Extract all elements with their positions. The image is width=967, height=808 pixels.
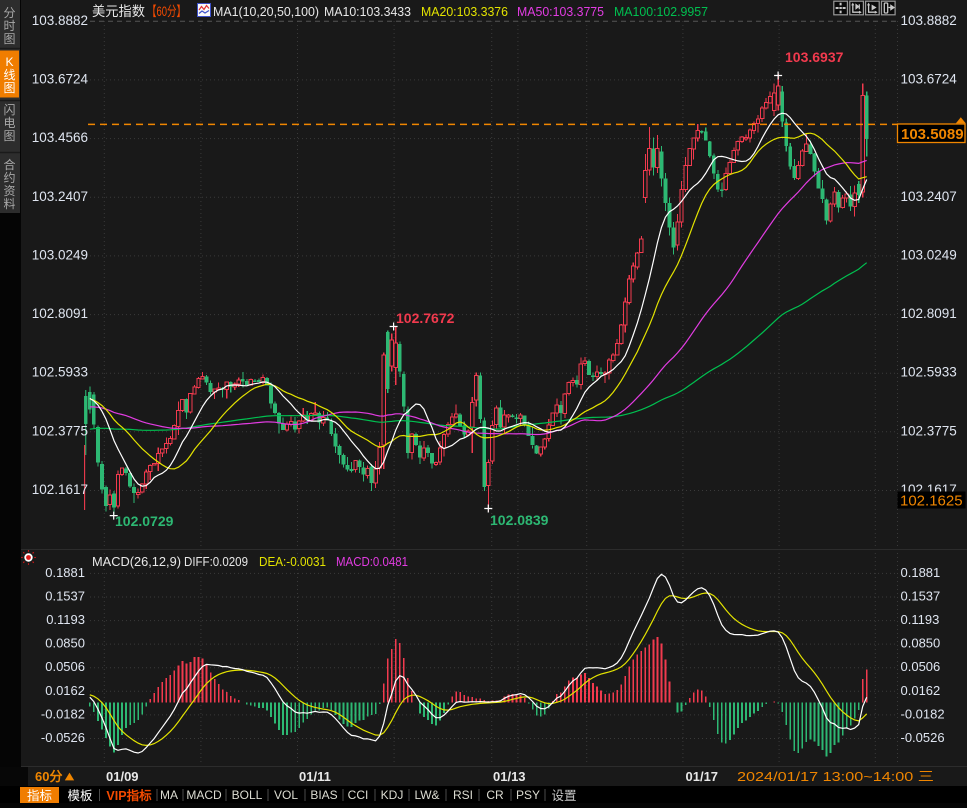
svg-text:01/09: 01/09 [106, 769, 139, 784]
svg-text:CCI: CCI [348, 788, 369, 802]
svg-text:BOLL: BOLL [232, 788, 263, 802]
svg-text:DEA:-0.0031: DEA:-0.0031 [259, 554, 326, 569]
svg-text:103.0249: 103.0249 [32, 247, 88, 262]
svg-text:电: 电 [3, 116, 15, 130]
svg-text:VOL: VOL [274, 788, 298, 802]
svg-text:MA20:103.3376: MA20:103.3376 [421, 4, 508, 19]
svg-text:103.0249: 103.0249 [901, 247, 957, 262]
svg-text:60分: 60分 [35, 769, 62, 784]
svg-text:103.2407: 103.2407 [32, 189, 88, 204]
svg-text:102.5933: 102.5933 [32, 365, 88, 380]
svg-text:103.2407: 103.2407 [901, 189, 957, 204]
svg-text:102.1617: 102.1617 [32, 482, 88, 497]
svg-text:闪: 闪 [3, 103, 15, 117]
svg-text:102.7672: 102.7672 [396, 310, 455, 326]
svg-text:0.1537: 0.1537 [901, 589, 941, 604]
svg-text:KDJ: KDJ [381, 788, 404, 802]
svg-text:0.0506: 0.0506 [45, 659, 85, 674]
svg-text:103.5089: 103.5089 [901, 126, 964, 143]
svg-text:0.0162: 0.0162 [901, 683, 941, 698]
svg-text:01/17: 01/17 [686, 769, 719, 784]
svg-text:0.0162: 0.0162 [45, 683, 85, 698]
svg-text:102.3775: 102.3775 [32, 423, 88, 438]
svg-text:-0.0526: -0.0526 [41, 730, 85, 745]
svg-text:MA50:103.3775: MA50:103.3775 [517, 4, 604, 19]
svg-text:102.8091: 102.8091 [32, 306, 88, 321]
svg-text:DIFF:0.0209: DIFF:0.0209 [184, 554, 248, 569]
svg-text:-0.0182: -0.0182 [901, 706, 945, 721]
svg-text:0.1881: 0.1881 [901, 565, 941, 580]
svg-text:103.8882: 103.8882 [32, 13, 88, 28]
svg-text:103.6724: 103.6724 [32, 71, 89, 86]
svg-text:102.8091: 102.8091 [901, 306, 957, 321]
svg-text:0.0506: 0.0506 [901, 659, 941, 674]
svg-text:线: 线 [3, 68, 15, 82]
svg-text:MACD(26,12,9): MACD(26,12,9) [92, 554, 181, 569]
svg-text:RSI: RSI [453, 788, 473, 802]
svg-text:MACD:0.0481: MACD:0.0481 [336, 554, 408, 569]
svg-text:103.4566: 103.4566 [32, 130, 88, 145]
svg-text:103.6937: 103.6937 [785, 49, 844, 65]
svg-text:102.0839: 102.0839 [490, 512, 549, 528]
svg-text:图: 图 [3, 129, 15, 143]
svg-text:0.0850: 0.0850 [901, 636, 941, 651]
svg-text:-0.0182: -0.0182 [41, 706, 85, 721]
svg-text:MACD: MACD [186, 788, 222, 802]
svg-text:美元指数: 美元指数 [92, 4, 145, 19]
svg-text:103.6724: 103.6724 [901, 71, 958, 86]
svg-text:MA: MA [160, 788, 178, 802]
svg-text:01/13: 01/13 [493, 769, 526, 784]
svg-text:分: 分 [3, 6, 15, 20]
svg-text:102.1625: 102.1625 [900, 493, 963, 510]
svg-text:2024/01/17 13:00~14:00 三: 2024/01/17 13:00~14:00 三 [737, 769, 934, 784]
svg-text:0.1193: 0.1193 [901, 612, 940, 627]
svg-text:【60分】: 【60分】 [147, 4, 186, 19]
svg-text:0.1537: 0.1537 [45, 589, 85, 604]
svg-text:图: 图 [3, 32, 15, 46]
svg-text:MA1(10,20,50,100): MA1(10,20,50,100) [213, 4, 319, 19]
svg-text:料: 料 [3, 197, 15, 211]
svg-text:BIAS: BIAS [310, 788, 337, 802]
svg-text:0.0850: 0.0850 [45, 636, 85, 651]
svg-text:合: 合 [3, 157, 15, 172]
svg-text:约: 约 [3, 170, 15, 185]
svg-text:MA100:102.9957: MA100:102.9957 [614, 4, 708, 19]
svg-text:CR: CR [486, 788, 504, 802]
svg-text:资: 资 [3, 184, 15, 198]
svg-text:0.1193: 0.1193 [46, 612, 85, 627]
svg-text:0.1881: 0.1881 [45, 565, 85, 580]
svg-text:102.3775: 102.3775 [901, 423, 957, 438]
svg-text:设置: 设置 [551, 788, 576, 803]
svg-text:102.5933: 102.5933 [901, 365, 957, 380]
svg-text:模板: 模板 [67, 789, 93, 803]
svg-text:-0.0526: -0.0526 [901, 730, 945, 745]
svg-text:LW&: LW& [414, 788, 439, 802]
svg-text:PSY: PSY [516, 788, 540, 802]
svg-text:MA10:103.3433: MA10:103.3433 [324, 4, 411, 19]
svg-text:时: 时 [3, 19, 15, 33]
svg-text:VIP指标: VIP指标 [106, 788, 152, 803]
svg-text:图: 图 [3, 81, 15, 95]
svg-text:01/11: 01/11 [299, 769, 331, 784]
svg-text:102.0729: 102.0729 [115, 513, 174, 529]
svg-text:K: K [5, 55, 13, 69]
svg-text:指标: 指标 [27, 788, 52, 803]
svg-text:103.8882: 103.8882 [901, 13, 957, 28]
